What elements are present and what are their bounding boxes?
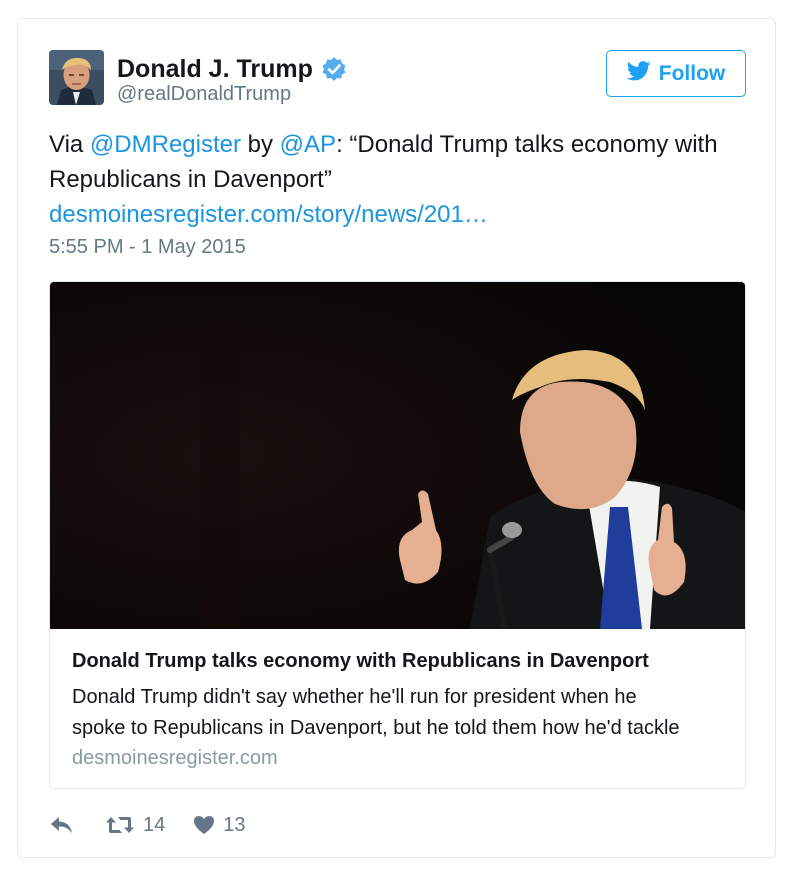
follow-button-label: Follow: [658, 61, 726, 85]
card-domain: desmoinesregister.com: [72, 747, 278, 769]
mention-ap-link[interactable]: @AP: [280, 131, 336, 158]
retweet-button[interactable]: 14: [105, 814, 165, 837]
follow-button[interactable]: Follow: [606, 50, 746, 97]
twitter-bird-icon: [626, 60, 651, 87]
tweet-card: Donald J. Trump @realDonaldTrump Follow …: [17, 18, 776, 858]
author-name[interactable]: Donald J. Trump: [117, 55, 313, 84]
verified-badge-icon: [321, 56, 347, 82]
tweet-timestamp[interactable]: 5:55 PM - 1 May 2015: [49, 236, 246, 259]
author-handle[interactable]: @realDonaldTrump: [117, 83, 291, 106]
author-name-row: Donald J. Trump: [117, 53, 347, 85]
retweet-count: 14: [143, 813, 166, 836]
card-description: Donald Trump didn't say whether he'll ru…: [72, 682, 732, 744]
reply-button[interactable]: [49, 815, 75, 835]
article-url-link[interactable]: desmoinesregister.com/story/news/201…: [49, 201, 488, 228]
avatar[interactable]: [49, 50, 104, 105]
like-button[interactable]: 13: [193, 813, 246, 837]
card-image[interactable]: [50, 282, 745, 630]
retweet-icon: [105, 814, 135, 836]
tweet-actions: 14 13: [49, 812, 246, 838]
card-description-line-2: spoke to Republicans in Davenport, but h…: [72, 717, 680, 739]
reply-icon: [49, 815, 75, 835]
like-count: 13: [223, 813, 246, 836]
tweet-text-by: by: [240, 131, 280, 158]
link-preview-card[interactable]: Donald Trump talks economy with Republic…: [49, 281, 746, 789]
card-title[interactable]: Donald Trump talks economy with Republic…: [72, 650, 649, 673]
mention-dmregister-link[interactable]: @DMRegister: [90, 131, 241, 158]
tweet-text: Via @DMRegister by @AP: “Donald Trump ta…: [49, 127, 749, 232]
heart-icon: [193, 815, 215, 835]
tweet-text-prefix: Via: [49, 131, 90, 158]
card-description-line-1: Donald Trump didn't say whether he'll ru…: [72, 686, 637, 708]
